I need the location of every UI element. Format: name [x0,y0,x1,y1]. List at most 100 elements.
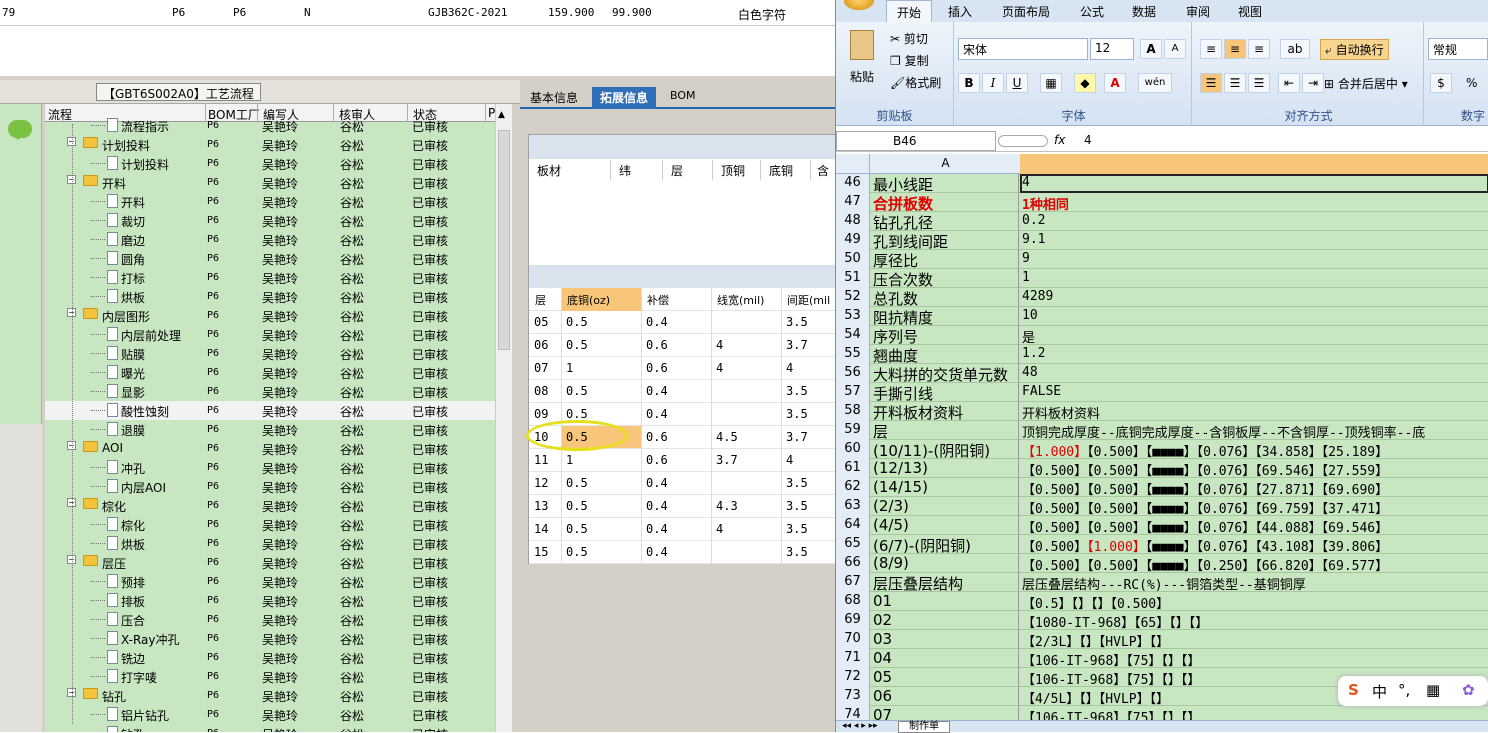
tree-item-row[interactable]: 裁切 P6 吴艳玲 谷松 已审核 [45,211,495,230]
skin-icon[interactable]: ✿ [1462,681,1475,699]
row-number[interactable]: 55 [836,345,870,364]
cell-a[interactable]: 压合次数 [872,269,1019,288]
sheet-row[interactable]: 63 (2/3) 【0.500】【0.500】【■■■■】【0.076】【69.75… [836,497,1488,517]
ime-punctuation[interactable]: °, [1398,681,1410,699]
cell-a[interactable]: 01 [872,592,1019,611]
layer-grid-cell[interactable]: 3.7 [781,426,837,448]
cell-b[interactable]: 10 [1022,308,1038,323]
hdr-top-copper[interactable]: 顶铜 [713,160,761,180]
cell-b[interactable]: 48 [1022,365,1038,380]
format-painter-button[interactable]: 🖌格式刷 [890,74,941,91]
cell-a[interactable]: 钻孔孔径 [872,212,1019,231]
sheet-row[interactable]: 66 (8/9) 【0.500】【0.500】【■■■■】【0.250】【66.82… [836,554,1488,574]
align-left-icon[interactable]: ☰ [1200,73,1222,93]
paste-icon[interactable] [850,30,874,60]
shrink-font-button[interactable]: A [1164,39,1186,59]
tree-item-row[interactable]: 曝光 P6 吴艳玲 谷松 已审核 [45,363,495,382]
sheet-row[interactable]: 49 孔到线间距 9.1 [836,231,1488,250]
layer-grid-cell[interactable]: 4.3 [711,495,781,517]
cell-b[interactable]: 【106-IT-968】【75】【】【】 [1022,650,1200,669]
sheet-row[interactable]: 67 层压叠层结构 层压叠层结构---RC(%)---铜箔类型--基铜铜厚 [836,573,1488,593]
row-number[interactable]: 68 [836,592,870,611]
layer-grid-cell[interactable]: 14 [529,518,561,540]
sheet-row[interactable]: 53 阻抗精度 10 [836,307,1488,326]
cell-b[interactable]: 1种相同 [1022,194,1069,213]
select-all-corner[interactable] [836,154,870,174]
row-number[interactable]: 53 [836,307,870,326]
layer-grid-cell[interactable]: 4 [781,449,837,471]
tree-item-row[interactable]: 计划投料 P6 吴艳玲 谷松 已审核 [45,154,495,173]
layer-grid-cell[interactable] [711,380,781,402]
cell-b[interactable]: 1.2 [1022,346,1045,361]
row-number[interactable]: 74 [836,706,870,720]
layer-grid-cell[interactable]: 0.4 [641,495,711,517]
cell-b[interactable]: 【0.500】【0.500】【■■■■】【0.250】【66.820】【69.5… [1022,555,1388,574]
cell-a[interactable]: 03 [872,630,1019,649]
layer-grid-cell[interactable]: 3.5 [781,311,837,333]
fill-color-icon[interactable]: ◆ [1074,73,1096,93]
align-top-icon[interactable]: ≡ [1200,39,1222,59]
tree-item-row[interactable]: 圆角 P6 吴艳玲 谷松 已审核 [45,249,495,268]
cell-b[interactable]: 1 [1022,270,1030,285]
cell-b[interactable]: 【0.500】【1.000】【■■■■】【0.076】【43.108】【39.8… [1022,536,1388,555]
sheet-row[interactable]: 60 (10/11)-(阴阳铜) 【1.000】【0.500】【■■■■】【0.07… [836,440,1488,460]
layer-grid-cell[interactable]: 11 [529,449,561,471]
sheet-row[interactable]: 50 厚径比 9 [836,250,1488,269]
row-number[interactable]: 71 [836,649,870,668]
sheet-row[interactable]: 58 开料板材资料 开料板材资料 [836,402,1488,422]
row-number[interactable]: 67 [836,573,870,592]
row-number[interactable]: 48 [836,212,870,231]
layer-grid-row[interactable]: 13 0.5 0.4 4.3 3.5 [529,495,837,518]
tree-folder-row[interactable]: − 钻孔 P6 吴艳玲 谷松 已审核 [45,686,495,705]
tree-item-row[interactable]: 钻孔 P6 吴艳玲 谷松 已审核 [45,724,495,732]
ribbon-tab-view[interactable]: 视图 [1238,3,1262,20]
tree-item-row[interactable]: 压合 P6 吴艳玲 谷松 已审核 [45,610,495,629]
hdr-with-copper[interactable]: 含铜 [811,160,837,180]
row-number[interactable]: 63 [836,497,870,516]
panel-splitter[interactable] [512,104,520,732]
layer-grid-cell[interactable]: 3.7 [781,334,837,356]
row-number[interactable]: 57 [836,383,870,402]
layer-grid-cell[interactable]: 0.5 [561,380,641,402]
cell-a[interactable]: 05 [872,668,1019,687]
layer-grid-cell[interactable]: 08 [529,380,561,402]
layer-grid-row[interactable]: 11 1 0.6 3.7 4 [529,449,837,472]
tree-item-row[interactable]: 内层前处理 P6 吴艳玲 谷松 已审核 [45,325,495,344]
tree-item-row[interactable]: X-Ray冲孔 P6 吴艳玲 谷松 已审核 [45,629,495,648]
number-format-select[interactable]: 常规 [1428,38,1488,60]
cell-b[interactable]: 层压叠层结构---RC(%)---铜箔类型--基铜铜厚 [1022,574,1306,593]
sogou-logo-icon[interactable]: S [1348,681,1359,699]
layer-grid-row[interactable]: 14 0.5 0.4 4 3.5 [529,518,837,541]
tree-item-row[interactable]: 排板 P6 吴艳玲 谷松 已审核 [45,591,495,610]
align-middle-icon[interactable]: ≡ [1224,39,1246,59]
row-number[interactable]: 54 [836,326,870,345]
row-number[interactable]: 65 [836,535,870,554]
paste-button[interactable]: 粘贴 [850,68,874,85]
copy-button[interactable]: ❐ 复制 [890,52,929,69]
keyboard-icon[interactable]: ▦ [1426,681,1440,699]
tree-item-row[interactable]: 烘板 P6 吴艳玲 谷松 已审核 [45,287,495,306]
hdr-bottom-copper[interactable]: 底铜 [761,160,811,180]
tree-item-row[interactable]: 打字唛 P6 吴艳玲 谷松 已审核 [45,667,495,686]
cell-b[interactable]: 9 [1022,251,1030,266]
cell-a[interactable]: 06 [872,687,1019,706]
layer-grid-cell[interactable]: 0.5 [561,495,641,517]
tree-folder-row[interactable]: − 层压 P6 吴艳玲 谷松 已审核 [45,553,495,572]
row-number[interactable]: 49 [836,231,870,250]
layer-grid-cell[interactable]: 4.5 [711,426,781,448]
tree-folder-row[interactable]: − 开料 P6 吴艳玲 谷松 已审核 [45,173,495,192]
layer-grid-cell[interactable]: 0.6 [641,449,711,471]
cell-b[interactable]: 【0.500】【0.500】【■■■■】【0.076】【69.546】【27.5… [1022,460,1388,479]
scroll-up-icon[interactable]: ▲ [498,110,505,120]
row-number[interactable]: 56 [836,364,870,383]
tab-extended-info[interactable]: 拓展信息 [592,87,657,109]
layer-grid-cell[interactable]: 3.7 [711,449,781,471]
layer-grid-row[interactable]: 15 0.5 0.4 3.5 [529,541,837,564]
row-number[interactable]: 62 [836,478,870,497]
borders-icon[interactable]: ▦ [1040,73,1062,93]
sheet-row[interactable]: 74 07 【106-IT-968】【75】【】【】 [836,706,1488,720]
layer-grid-cell[interactable]: 0.5 [561,541,641,563]
tree-item-row[interactable]: 预排 P6 吴艳玲 谷松 已审核 [45,572,495,591]
row-number[interactable]: 64 [836,516,870,535]
tree-item-row[interactable]: 贴膜 P6 吴艳玲 谷松 已审核 [45,344,495,363]
